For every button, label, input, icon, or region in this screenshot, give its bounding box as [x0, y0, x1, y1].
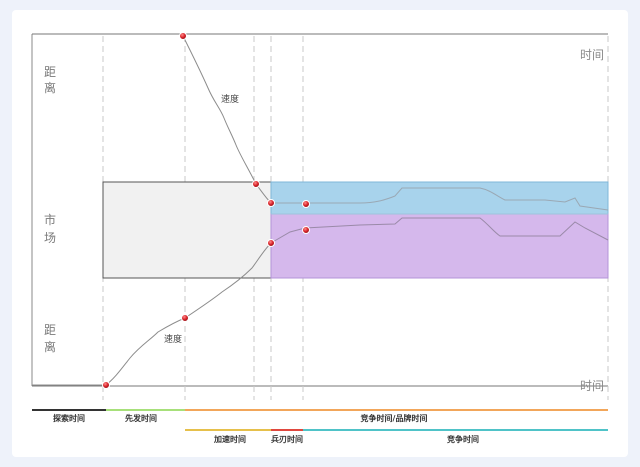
market-label-1: 市 — [44, 212, 56, 227]
timeline-label-first-mover: 先发时间 — [125, 413, 157, 423]
distance-label-bottom-2: 离 — [44, 339, 56, 354]
distance-label-top-2: 离 — [44, 80, 56, 95]
distance-label-top-1: 距 — [44, 65, 56, 79]
timeline-label-explore: 探索时间 — [53, 413, 85, 423]
point-upper-market — [267, 199, 275, 207]
market-speed-diagram: 时间 时间 距 离 市 场 距 离 速度 速度 探索时间 先发时间 竞争时间/品… — [31, 32, 609, 444]
upper-speed-label: 速度 — [221, 93, 239, 105]
lower-speed-label: 速度 — [164, 333, 182, 345]
time-label-bottom: 时间 — [580, 379, 604, 393]
point-lower-start — [102, 381, 110, 389]
distance-label-bottom-1: 距 — [44, 323, 56, 337]
timeline-label-clash: 兵刃时间 — [271, 434, 303, 444]
timeline-label-competition: 竞争时间 — [446, 434, 479, 444]
timeline-row-2: 加速时间 兵刃时间 竞争时间 — [185, 429, 608, 444]
point-upper-compete — [302, 200, 310, 208]
point-lower-compete — [302, 226, 310, 234]
timeline-label-competition-brand: 竞争时间/品牌时间 — [360, 413, 428, 423]
point-lower-mid — [181, 314, 189, 322]
point-upper-entry — [252, 180, 260, 188]
market-label-2: 场 — [44, 231, 56, 245]
point-lower-market — [267, 239, 275, 247]
upper-speed-curve — [182, 35, 272, 204]
point-upper-start — [179, 32, 187, 40]
purple-zone — [270, 213, 609, 279]
timeline-row-1: 探索时间 先发时间 竞争时间/品牌时间 — [32, 409, 608, 423]
time-label-top: 时间 — [580, 48, 604, 62]
timeline-label-acceleration: 加速时间 — [213, 434, 246, 444]
blue-zone — [270, 181, 609, 215]
